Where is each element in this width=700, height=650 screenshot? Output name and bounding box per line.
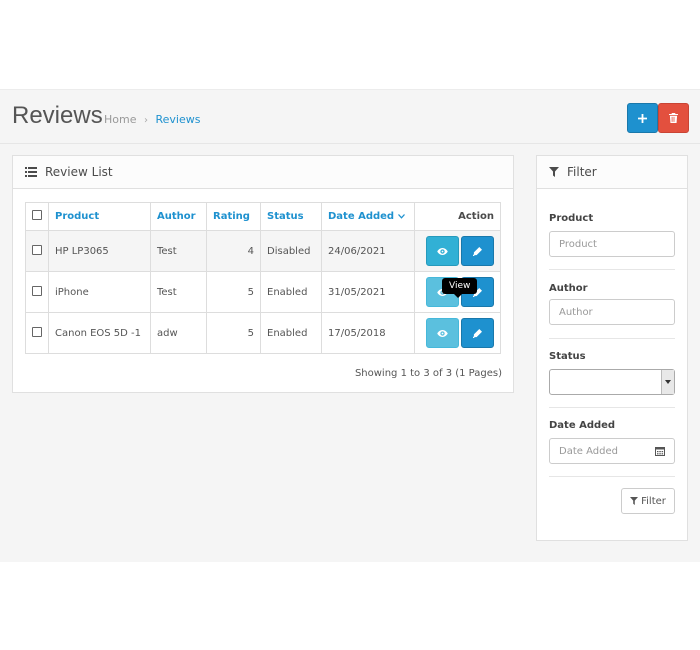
row-checkbox[interactable]	[32, 285, 42, 296]
status-select[interactable]	[549, 369, 675, 395]
date-added-input[interactable]: Date Added	[549, 438, 646, 464]
action-cell	[414, 230, 501, 272]
plus-icon	[638, 113, 647, 123]
author-label: Author	[549, 283, 588, 294]
row-checkbox[interactable]	[32, 244, 42, 255]
select-all-cell	[25, 202, 49, 231]
status-cell: Enabled	[260, 271, 322, 313]
funnel-icon	[630, 497, 639, 505]
date-cell: 31/05/2021	[321, 271, 415, 313]
table-row: Canon EOS 5D -1 adw 5 Enabled 17/05/2018	[25, 312, 501, 354]
author-cell: Test	[150, 230, 207, 272]
select-arrow-icon	[661, 370, 674, 394]
author-cell: adw	[150, 312, 207, 354]
date-cell: 24/06/2021	[321, 230, 415, 272]
view-button[interactable]	[426, 318, 459, 348]
action-cell	[414, 312, 501, 354]
sort-date-added[interactable]: Date Added	[328, 211, 405, 222]
review-list-heading: Review List	[13, 156, 513, 189]
divider	[549, 338, 675, 339]
author-cell: Test	[150, 271, 207, 313]
table-header-row: Product Author Rating Status Date Added …	[25, 202, 501, 231]
funnel-icon	[549, 167, 559, 177]
divider	[549, 269, 675, 270]
eye-icon	[437, 329, 448, 337]
delete-button[interactable]	[658, 103, 689, 133]
date-added-label: Date Added	[549, 420, 616, 431]
status-label: Status	[549, 351, 586, 362]
reviews-table: Product Author Rating Status Date Added …	[25, 202, 501, 354]
filter-heading: Filter	[537, 156, 687, 189]
author-input[interactable]: Author	[549, 299, 675, 325]
breadcrumb-separator: ›	[143, 115, 148, 126]
select-all-checkbox[interactable]	[32, 210, 42, 220]
pencil-icon	[473, 328, 482, 338]
divider	[549, 476, 675, 477]
edit-button[interactable]	[461, 236, 494, 266]
filter-panel: Filter Product Product Author Author Sta…	[536, 155, 688, 541]
filter-button[interactable]: Filter	[621, 488, 675, 514]
product-cell: iPhone	[48, 271, 151, 313]
product-input[interactable]: Product	[549, 231, 675, 257]
rating-cell: 5	[206, 312, 261, 354]
sort-rating[interactable]: Rating	[213, 211, 250, 222]
eye-icon	[437, 247, 448, 255]
sort-status[interactable]: Status	[267, 211, 304, 222]
view-button[interactable]	[426, 236, 459, 266]
pencil-icon	[473, 246, 482, 256]
list-icon	[25, 167, 37, 177]
breadcrumb-home[interactable]: Home	[104, 113, 136, 126]
add-button[interactable]	[627, 103, 658, 133]
sort-product[interactable]: Product	[55, 211, 99, 222]
table-row: HP LP3065 Test 4 Disabled 24/06/2021	[25, 230, 501, 272]
review-list-title: Review List	[45, 165, 113, 179]
caret-down-icon	[397, 214, 405, 219]
divider	[549, 407, 675, 408]
status-cell: Enabled	[260, 312, 322, 354]
action-column-header: Action	[414, 202, 501, 231]
row-checkbox[interactable]	[32, 326, 42, 337]
product-label: Product	[549, 213, 594, 224]
product-cell: Canon EOS 5D -1	[48, 312, 151, 354]
page-title: Reviews	[12, 102, 103, 129]
filter-title: Filter	[567, 165, 597, 179]
pagination-text: Showing 1 to 3 of 3 (1 Pages)	[354, 368, 502, 379]
product-cell: HP LP3065	[48, 230, 151, 272]
date-cell: 17/05/2018	[321, 312, 415, 354]
calendar-button[interactable]	[645, 438, 675, 464]
rating-cell: 4	[206, 230, 261, 272]
view-tooltip: View	[442, 278, 478, 298]
table-row: iPhone Test 5 Enabled 31/05/2021	[25, 271, 501, 313]
breadcrumb-reviews[interactable]: Reviews	[155, 113, 200, 126]
trash-icon	[669, 113, 678, 123]
review-list-panel: Review List Product Author Rating Status…	[12, 155, 514, 393]
page-header: Reviews Home › Reviews	[0, 90, 700, 144]
calendar-icon	[654, 447, 665, 456]
breadcrumb: Home › Reviews	[104, 113, 200, 126]
filter-button-label: Filter	[641, 495, 666, 507]
page-content: Reviews Home › Reviews Review List Produ…	[0, 89, 700, 562]
status-cell: Disabled	[260, 230, 322, 272]
sort-author[interactable]: Author	[157, 211, 196, 222]
edit-button[interactable]	[461, 318, 494, 348]
rating-cell: 5	[206, 271, 261, 313]
